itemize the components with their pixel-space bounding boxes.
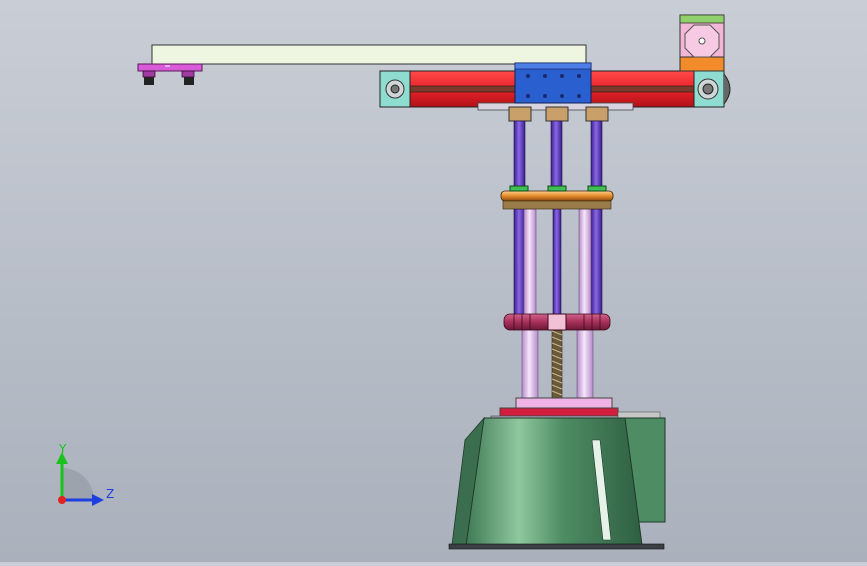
- lead-screw-part[interactable]: [551, 319, 563, 401]
- base-flange-part[interactable]: [490, 397, 661, 421]
- lower-guide-plate[interactable]: [503, 313, 611, 331]
- upper-guide-plate[interactable]: [500, 185, 614, 210]
- y-axis-label: Y: [58, 442, 67, 456]
- origin-dot: [58, 496, 66, 504]
- robot-assembly-model[interactable]: [0, 0, 867, 562]
- z-axis-arrowhead: [92, 494, 104, 506]
- z-axis-label: Z: [106, 487, 114, 501]
- coordinate-triad: Y Z: [40, 440, 120, 510]
- carriage-block-part[interactable]: [514, 62, 592, 104]
- cad-graphics-viewport[interactable]: [0, 0, 867, 562]
- drive-motor-part[interactable]: [679, 14, 725, 72]
- pedestal-base-part[interactable]: [448, 416, 666, 550]
